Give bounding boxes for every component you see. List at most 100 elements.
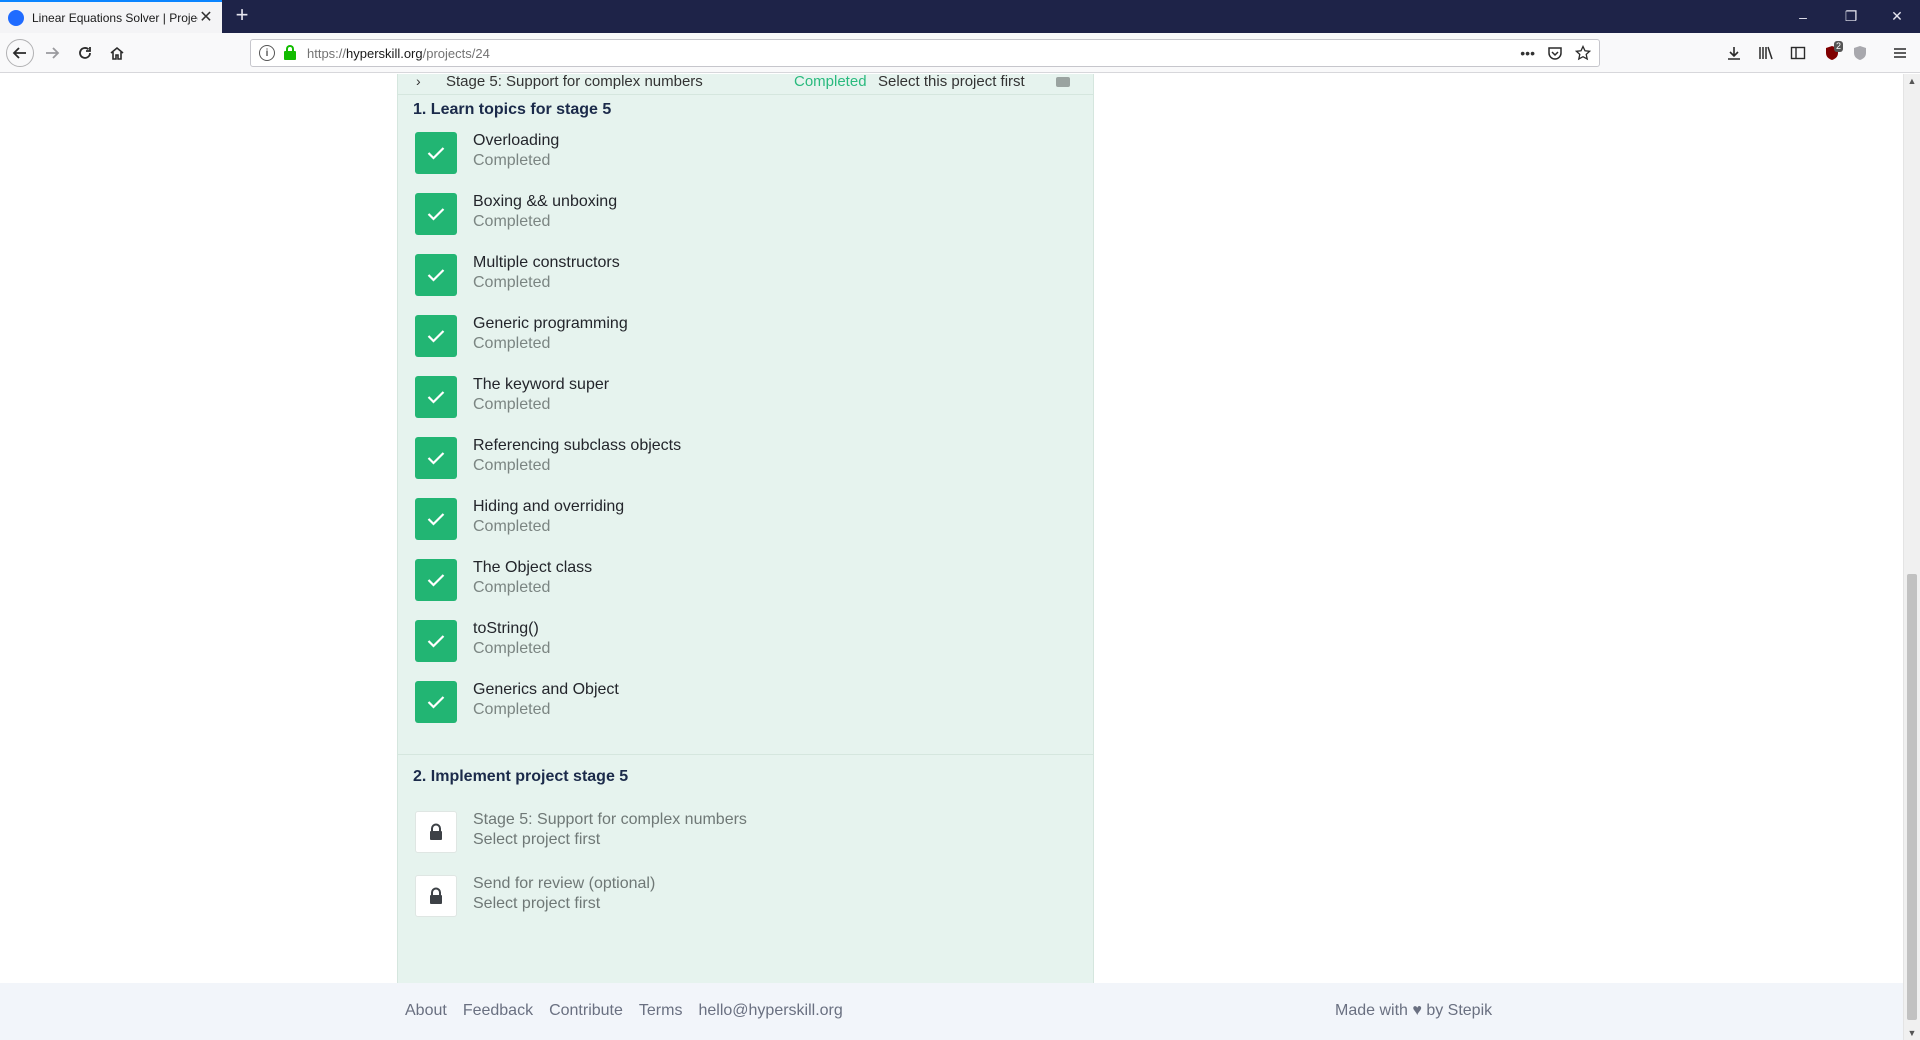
topic-item[interactable]: Hiding and overriding Completed bbox=[415, 498, 1075, 542]
topic-item[interactable]: Generic programming Completed bbox=[415, 315, 1075, 359]
topic-title[interactable]: Generics and Object bbox=[473, 681, 619, 699]
topic-title[interactable]: toString() bbox=[473, 620, 539, 638]
url-bar[interactable]: i https://hyperskill.org/projects/24 ••• bbox=[250, 39, 1600, 67]
check-icon bbox=[415, 437, 457, 479]
topic-item[interactable]: Overloading Completed bbox=[415, 132, 1075, 176]
forward-button[interactable] bbox=[38, 39, 66, 67]
topic-status: Completed bbox=[473, 335, 551, 352]
hyperskill-favicon-icon bbox=[8, 9, 24, 26]
page-footer: About Feedback Contribute Terms hello@hypers… bbox=[0, 983, 1903, 1040]
topic-title[interactable]: Generic programming bbox=[473, 315, 628, 333]
topic-title[interactable]: The Object class bbox=[473, 559, 592, 577]
reload-icon bbox=[79, 47, 91, 59]
ublock-badge: 2 bbox=[1834, 41, 1844, 52]
restore-button[interactable]: ❐ bbox=[1828, 0, 1874, 33]
made-with-stepik: Made with ♥ by Stepik bbox=[1335, 1002, 1493, 1019]
step-title: Stage 5: Support for complex numbers bbox=[473, 811, 747, 828]
footer-link[interactable]: Contribute bbox=[549, 1002, 623, 1020]
topic-status: Completed bbox=[473, 457, 551, 474]
topic-status: Completed bbox=[473, 152, 551, 169]
topic-item[interactable]: The keyword super Completed bbox=[415, 376, 1075, 420]
padlock-icon bbox=[415, 875, 457, 917]
topic-status: Completed bbox=[473, 396, 551, 413]
footer-link[interactable]: Feedback bbox=[463, 1002, 533, 1020]
menu-icon bbox=[1894, 48, 1906, 58]
check-icon bbox=[415, 254, 457, 296]
library-icon bbox=[1759, 46, 1773, 60]
check-icon bbox=[415, 376, 457, 418]
topic-status: Completed bbox=[473, 579, 551, 596]
download-icon bbox=[1728, 47, 1740, 60]
topic-item[interactable]: The Object class Completed bbox=[415, 559, 1075, 603]
page-scrollbar[interactable]: ▲ ▼ bbox=[1903, 74, 1920, 1040]
implement-step-item: Stage 5: Support for complex numbers Sele… bbox=[415, 811, 1075, 855]
forward-icon bbox=[46, 47, 60, 59]
learn-topics-heading: 1. Learn topics for stage 5 bbox=[413, 101, 612, 118]
menu-button[interactable] bbox=[1886, 39, 1914, 67]
tab-close-icon[interactable]: ✕ bbox=[198, 9, 214, 26]
topic-title[interactable]: Referencing subclass objects bbox=[473, 437, 681, 455]
tab-title: Linear Equations Solver | Projects bbox=[32, 10, 198, 25]
stage-status: Completed bbox=[794, 74, 867, 90]
topic-status: Completed bbox=[473, 518, 551, 535]
footer-link[interactable]: Terms bbox=[639, 1002, 683, 1020]
topic-status: Completed bbox=[473, 701, 551, 718]
check-icon bbox=[415, 681, 457, 723]
footer-link[interactable]: hello@hyperskill.org bbox=[698, 1002, 842, 1020]
topic-item[interactable]: Generics and Object Completed bbox=[415, 681, 1075, 725]
check-icon bbox=[415, 132, 457, 174]
pocket-icon[interactable] bbox=[1547, 45, 1563, 61]
topic-title[interactable]: Boxing && unboxing bbox=[473, 193, 617, 211]
browser-navbar: i https://hyperskill.org/projects/24 •••… bbox=[0, 33, 1920, 73]
step-title: Send for review (optional) bbox=[473, 875, 656, 892]
footer-links: About Feedback Contribute Terms hello@hypers… bbox=[405, 1002, 843, 1020]
home-icon bbox=[110, 46, 124, 60]
home-button[interactable] bbox=[103, 39, 131, 67]
project-stage-panel: › Stage 5: Support for complex numbers C… bbox=[397, 74, 1094, 1024]
section-divider bbox=[398, 754, 1093, 755]
stage-action: Select this project first bbox=[878, 74, 1025, 90]
topic-status: Completed bbox=[473, 274, 551, 291]
topic-item[interactable]: toString() Completed bbox=[415, 620, 1075, 664]
browser-tab-active[interactable]: Linear Equations Solver | Projects ✕ bbox=[0, 0, 222, 33]
topic-status: Completed bbox=[473, 640, 551, 657]
topic-title[interactable]: The keyword super bbox=[473, 376, 609, 394]
step-status: Select project first bbox=[473, 895, 601, 912]
chevron-right-icon: › bbox=[416, 74, 421, 89]
topic-title[interactable]: Overloading bbox=[473, 132, 559, 150]
tracking-shield-button[interactable] bbox=[1846, 39, 1874, 67]
topic-title[interactable]: Multiple constructors bbox=[473, 254, 620, 272]
check-icon bbox=[415, 193, 457, 235]
stage-row[interactable]: › Stage 5: Support for complex numbers C… bbox=[398, 74, 1093, 95]
browser-titlebar: Linear Equations Solver | Projects ✕ + –… bbox=[0, 0, 1920, 33]
info-icon[interactable]: i bbox=[259, 45, 275, 61]
minimize-button[interactable]: – bbox=[1780, 0, 1826, 33]
page-actions-menu-icon[interactable]: ••• bbox=[1520, 45, 1535, 61]
footer-link[interactable]: About bbox=[405, 1002, 447, 1020]
scroll-up-arrow-icon[interactable]: ▲ bbox=[1904, 76, 1920, 86]
close-window-button[interactable]: ✕ bbox=[1874, 0, 1920, 33]
library-button[interactable] bbox=[1752, 39, 1780, 67]
new-tab-button[interactable]: + bbox=[230, 4, 254, 28]
topic-item[interactable]: Multiple constructors Completed bbox=[415, 254, 1075, 298]
topic-status: Completed bbox=[473, 213, 551, 230]
sidebar-button[interactable] bbox=[1784, 39, 1812, 67]
url-actions: ••• bbox=[1520, 45, 1591, 61]
reload-button[interactable] bbox=[71, 39, 99, 67]
back-button[interactable] bbox=[6, 39, 34, 67]
topic-item[interactable]: Referencing subclass objects Completed bbox=[415, 437, 1075, 481]
downloads-button[interactable] bbox=[1720, 39, 1748, 67]
page-viewport: › Stage 5: Support for complex numbers C… bbox=[0, 74, 1903, 1040]
url-text[interactable]: https://hyperskill.org/projects/24 bbox=[307, 46, 490, 61]
tracking-shield-icon bbox=[1854, 46, 1866, 60]
lock-icon[interactable] bbox=[283, 45, 297, 61]
stage-toggle-icon[interactable] bbox=[1056, 77, 1070, 87]
topic-title[interactable]: Hiding and overriding bbox=[473, 498, 624, 516]
topic-item[interactable]: Boxing && unboxing Completed bbox=[415, 193, 1075, 237]
ublock-button[interactable]: 2 bbox=[1818, 39, 1846, 67]
scroll-down-arrow-icon[interactable]: ▼ bbox=[1904, 1028, 1920, 1038]
check-icon bbox=[415, 498, 457, 540]
scrollbar-thumb[interactable] bbox=[1907, 574, 1917, 1020]
star-icon[interactable] bbox=[1575, 45, 1591, 61]
check-icon bbox=[415, 559, 457, 601]
